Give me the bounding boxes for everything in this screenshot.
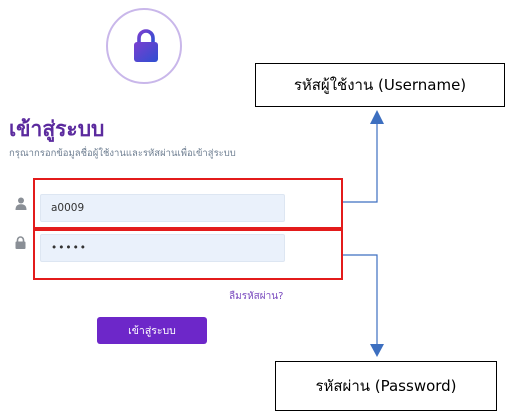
username-arrow-head [370, 110, 384, 124]
username-annotation-label: รหัสผู้ใช้งาน (Username) [255, 63, 505, 107]
username-connector-line [343, 120, 378, 203]
password-connector-line [343, 254, 378, 346]
password-annotation-label: รหัสผ่าน (Password) [275, 361, 497, 411]
password-arrow-head [370, 344, 384, 357]
